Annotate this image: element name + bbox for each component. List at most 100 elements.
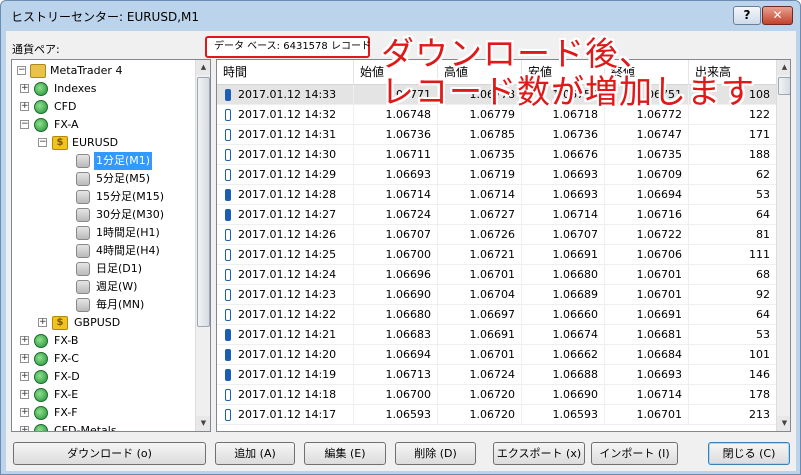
cell-high: 1.06714 <box>438 185 522 204</box>
tree-item-label: FX-E <box>54 388 79 401</box>
cell-time: 2017.01.12 14:24 <box>217 265 354 284</box>
tree-item-label: 4時間足(H4) <box>96 244 160 257</box>
cell-time: 2017.01.12 14:27 <box>217 205 354 224</box>
scroll-up-icon[interactable]: ▲ <box>777 60 790 75</box>
table-row[interactable]: 2017.01.12 14:23 1.06690 1.06704 1.06689 1.0… <box>217 285 777 305</box>
cell-volume: 53 <box>689 185 777 204</box>
cell-high: 1.06726 <box>438 225 522 244</box>
expand-icon[interactable]: + <box>20 372 29 381</box>
collapse-icon[interactable]: − <box>17 66 26 75</box>
cell-close: 1.06681 <box>605 325 689 344</box>
close-button[interactable]: 閉じる (C) <box>708 442 790 465</box>
expand-icon[interactable]: + <box>20 102 29 111</box>
cell-time: 2017.01.12 14:29 <box>217 165 354 184</box>
table-row[interactable]: 2017.01.12 14:29 1.06693 1.06719 1.06693 1.0… <box>217 165 777 185</box>
collapse-icon[interactable]: − <box>38 138 47 147</box>
scroll-down-icon[interactable]: ▼ <box>777 416 790 431</box>
cell-low: 1.06714 <box>522 205 605 224</box>
collapse-icon[interactable]: − <box>20 120 29 129</box>
tree-scrollbar[interactable]: ▲ ▼ <box>195 60 210 431</box>
cell-volume: 178 <box>689 385 777 404</box>
expand-icon[interactable]: + <box>20 390 29 399</box>
cell-close: 1.06701 <box>605 405 689 424</box>
expand-icon[interactable]: + <box>20 84 29 93</box>
tree-item-label: Indexes <box>54 82 97 95</box>
export-button[interactable]: エクスポート (x) <box>493 442 585 465</box>
cell-time: 2017.01.12 14:18 <box>217 385 354 404</box>
cell-low: 1.06691 <box>522 245 605 264</box>
cell-time: 2017.01.12 14:31 <box>217 125 354 144</box>
edit-button[interactable]: 編集 (E) <box>304 442 386 465</box>
scroll-thumb[interactable] <box>197 77 210 327</box>
cell-high: 1.06785 <box>438 125 522 144</box>
cell-open: 1.06700 <box>354 245 438 264</box>
tree-item-label: 毎月(MN) <box>96 298 145 311</box>
table-row[interactable]: 2017.01.12 14:28 1.06714 1.06714 1.06693 1.0… <box>217 185 777 205</box>
cell-time: 2017.01.12 14:33 <box>217 85 354 104</box>
symbol-tree[interactable]: − MetaTrader 4 + Indexes + CFD − FX-A − <box>11 59 211 432</box>
import-button[interactable]: インポート (I) <box>591 442 678 465</box>
cell-low: 1.06676 <box>522 145 605 164</box>
table-row[interactable]: 2017.01.12 14:22 1.06680 1.06697 1.06660 1.0… <box>217 305 777 325</box>
cell-time: 2017.01.12 14:19 <box>217 365 354 384</box>
cell-volume: 92 <box>689 285 777 304</box>
database-icon <box>76 280 90 294</box>
table-row[interactable]: 2017.01.12 14:26 1.06707 1.06726 1.06707 1.0… <box>217 225 777 245</box>
cell-open: 1.06690 <box>354 285 438 304</box>
table-row[interactable]: 2017.01.12 14:21 1.06683 1.06691 1.06674 1.0… <box>217 325 777 345</box>
cell-high: 1.06735 <box>438 145 522 164</box>
grid-body: 2017.01.12 14:33 1.06771 1.06778 1.06750 1.0… <box>217 85 777 431</box>
cell-low: 1.06680 <box>522 265 605 284</box>
expand-icon[interactable]: + <box>20 408 29 417</box>
folder-icon <box>30 64 46 78</box>
cell-close: 1.06735 <box>605 145 689 164</box>
window-close-button[interactable]: ✕ <box>762 6 793 25</box>
table-row[interactable]: 2017.01.12 14:17 1.06593 1.06720 1.06593 1.0… <box>217 405 777 425</box>
symbol-group-icon <box>34 334 48 348</box>
cell-low: 1.06674 <box>522 325 605 344</box>
cell-high: 1.06691 <box>438 325 522 344</box>
cell-time: 2017.01.12 14:25 <box>217 245 354 264</box>
help-button[interactable]: ? <box>733 6 761 25</box>
cell-volume: 62 <box>689 165 777 184</box>
scroll-up-icon[interactable]: ▲ <box>196 60 210 75</box>
cell-volume: 111 <box>689 245 777 264</box>
table-row[interactable]: 2017.01.12 14:27 1.06724 1.06727 1.06714 1.0… <box>217 205 777 225</box>
cell-high: 1.06704 <box>438 285 522 304</box>
grid-scrollbar[interactable]: ▲ ▼ <box>776 60 790 431</box>
cell-close: 1.06722 <box>605 225 689 244</box>
table-row[interactable]: 2017.01.12 14:24 1.06696 1.06701 1.06680 1.0… <box>217 265 777 285</box>
expand-icon[interactable]: + <box>20 336 29 345</box>
cell-high: 1.06701 <box>438 265 522 284</box>
expand-icon[interactable]: + <box>38 318 47 327</box>
expand-icon[interactable]: + <box>20 426 29 431</box>
delete-button[interactable]: 削除 (D) <box>395 442 476 465</box>
cell-close: 1.06714 <box>605 385 689 404</box>
cell-volume: 68 <box>689 265 777 284</box>
currency-icon: $ <box>52 136 68 150</box>
database-icon <box>76 226 90 240</box>
currency-pair-label: 通貨ペア: <box>12 43 60 56</box>
cell-high: 1.06720 <box>438 385 522 404</box>
expand-icon[interactable]: + <box>20 354 29 363</box>
download-button[interactable]: ダウンロード (o) <box>13 442 206 465</box>
symbol-group-icon <box>34 370 48 384</box>
scroll-down-icon[interactable]: ▼ <box>196 416 210 431</box>
table-row[interactable]: 2017.01.12 14:19 1.06713 1.06724 1.06688 1.0… <box>217 365 777 385</box>
table-row[interactable]: 2017.01.12 14:20 1.06694 1.06701 1.06662 1.0… <box>217 345 777 365</box>
cell-volume: 53 <box>689 325 777 344</box>
cell-high: 1.06727 <box>438 205 522 224</box>
cell-volume: 188 <box>689 145 777 164</box>
column-header-time[interactable]: 時間 <box>217 60 354 85</box>
cell-high: 1.06721 <box>438 245 522 264</box>
scroll-thumb[interactable] <box>778 77 790 95</box>
table-row[interactable]: 2017.01.12 14:25 1.06700 1.06721 1.06691 1.0… <box>217 245 777 265</box>
add-button[interactable]: 追加 (A) <box>215 442 295 465</box>
table-row[interactable]: 2017.01.12 14:31 1.06736 1.06785 1.06736 1.0… <box>217 125 777 145</box>
table-row[interactable]: 2017.01.12 14:30 1.06711 1.06735 1.06676 1.0… <box>217 145 777 165</box>
table-row[interactable]: 2017.01.12 14:18 1.06700 1.06720 1.06690 1.0… <box>217 385 777 405</box>
cell-low: 1.06707 <box>522 225 605 244</box>
cell-time: 2017.01.12 14:32 <box>217 105 354 124</box>
price-history-grid[interactable]: 時間 始値 高値 安値 終値 出来高 2017.01.12 14:33 1.067… <box>216 59 791 432</box>
annotation-line-2: レコード数が増加します <box>381 72 755 111</box>
